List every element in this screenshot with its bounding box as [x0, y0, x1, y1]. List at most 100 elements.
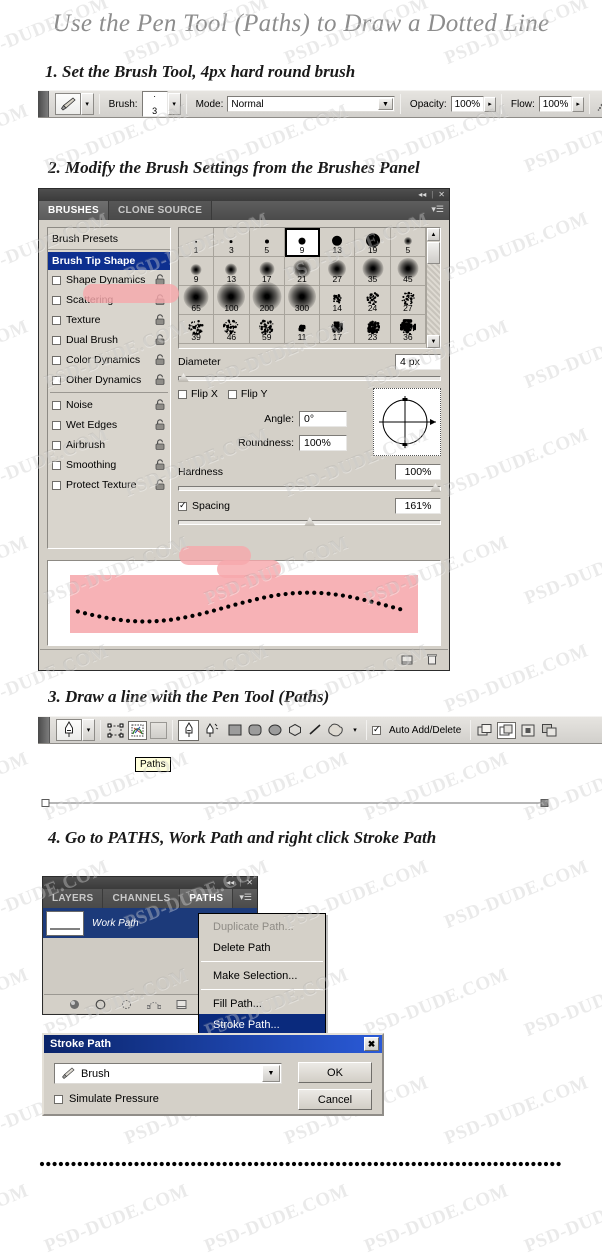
lock-icon[interactable]	[155, 399, 165, 410]
ok-button[interactable]: OK	[298, 1062, 372, 1083]
list-item-scattering[interactable]: Scattering	[48, 290, 170, 310]
collapse-icon[interactable]: ◂◂	[226, 879, 234, 887]
close-icon[interactable]: ✕	[246, 879, 253, 887]
brush-preset-dropdown[interactable]: ▾	[80, 93, 94, 115]
rectangle-icon[interactable]	[227, 723, 243, 737]
blend-mode-select[interactable]: Normal ▼	[227, 96, 395, 112]
list-item-wet-edges[interactable]: Wet Edges	[48, 415, 170, 435]
brush-preview-thumb[interactable]: · 3	[141, 91, 168, 117]
lock-icon[interactable]	[155, 374, 165, 385]
shape-options-dropdown[interactable]: ▾	[349, 723, 361, 738]
spacing-checkbox[interactable]	[178, 500, 187, 511]
brush-preset-cell[interactable]: 27	[320, 257, 356, 286]
freeform-pen-icon[interactable]	[203, 720, 223, 740]
list-item-color-dynamics[interactable]: Color Dynamics	[48, 350, 170, 370]
flow-stepper[interactable]: ▸	[572, 96, 585, 112]
simulate-pressure-checkbox[interactable]	[54, 1094, 63, 1104]
opacity-stepper[interactable]: ▸	[484, 96, 496, 112]
lock-icon[interactable]	[155, 479, 165, 490]
stroke-path-dialog-titlebar[interactable]: Stroke Path ✖	[44, 1035, 382, 1053]
brush-preset-cell[interactable]: 5	[249, 228, 285, 257]
brush-preset-cell[interactable]: 36	[390, 315, 426, 344]
list-item-brush-presets[interactable]: Brush Presets	[48, 228, 170, 250]
list-item-brush-tip-shape[interactable]: Brush Tip Shape	[48, 252, 170, 270]
angle-roundness-control[interactable]	[373, 388, 441, 456]
angle-value[interactable]: 0°	[299, 411, 347, 427]
checkbox[interactable]	[52, 400, 61, 410]
options-bar-gripper[interactable]	[38, 91, 49, 117]
diameter-slider[interactable]	[178, 373, 441, 382]
collapse-icon[interactable]: ◂◂	[418, 191, 426, 199]
brush-preset-cell[interactable]: 9	[284, 228, 321, 257]
lock-icon[interactable]	[155, 334, 165, 345]
lock-icon[interactable]	[155, 439, 165, 450]
brush-preset-grid[interactable]: 1 3 5 9 13 19 5 9 13 17 21 27 35 45 65 100 200 300 14 24 27 3…	[179, 228, 426, 348]
flip-x-checkbox[interactable]	[178, 389, 187, 399]
brush-preset-cell[interactable]: 13	[320, 228, 356, 257]
custom-shape-icon[interactable]	[327, 723, 345, 738]
brush-preset-cell[interactable]: 100	[214, 282, 250, 315]
list-item-shape-dynamics[interactable]: Shape Dynamics	[48, 270, 170, 290]
brush-preset-cell[interactable]: 65	[179, 284, 215, 315]
lock-icon[interactable]	[155, 419, 165, 430]
brush-preset-cell[interactable]: 19	[355, 228, 391, 257]
lock-icon[interactable]	[155, 459, 165, 470]
brush-preset-cell[interactable]: 14	[320, 286, 356, 315]
brush-preset-cell[interactable]: 200	[249, 282, 285, 315]
new-brush-icon[interactable]	[401, 654, 413, 666]
rounded-rect-icon[interactable]	[247, 723, 263, 737]
brush-preset-cell[interactable]: 35	[355, 257, 391, 286]
paths-icon[interactable]	[128, 720, 147, 740]
brush-preset-cell[interactable]: 11	[284, 315, 321, 344]
load-selection-icon[interactable]	[121, 999, 132, 1010]
subtract-from-shape-icon[interactable]	[497, 721, 517, 739]
brushes-panel-titlebar[interactable]: ◂◂ | ✕	[38, 188, 450, 201]
list-item-dual-brush[interactable]: Dual Brush	[48, 330, 170, 350]
brush-grid-scrollbar[interactable]: ▲ ▼	[426, 228, 440, 348]
brush-tool-icon[interactable]	[54, 93, 81, 115]
delete-brush-icon[interactable]	[426, 653, 438, 666]
checkbox[interactable]	[52, 480, 61, 490]
exclude-shape-icon[interactable]	[541, 723, 558, 738]
brush-preset-cell[interactable]: 23	[355, 315, 391, 344]
chevron-down-icon[interactable]: ▼	[262, 1065, 280, 1082]
scrollbar-track[interactable]	[427, 264, 440, 335]
spacing-slider[interactable]	[178, 517, 441, 526]
list-item-protect-texture[interactable]: Protect Texture	[48, 475, 170, 495]
checkbox[interactable]	[52, 420, 61, 430]
scroll-up-icon[interactable]: ▲	[427, 228, 440, 241]
brush-preset-cell[interactable]: 27	[390, 286, 426, 315]
pen-icon[interactable]	[178, 719, 199, 741]
diameter-value[interactable]: 4 px	[395, 354, 441, 370]
brush-preset-cell[interactable]: 59	[249, 315, 285, 344]
fill-pixels-icon[interactable]	[150, 721, 167, 739]
checkbox[interactable]	[52, 275, 61, 285]
spacing-value[interactable]: 161%	[395, 498, 441, 514]
panel-menu-icon[interactable]: ▾☰	[431, 205, 444, 214]
menu-item-stroke-path[interactable]: Stroke Path...	[199, 1014, 325, 1035]
brush-preset-cell[interactable]: 24	[355, 286, 391, 315]
list-item-airbrush[interactable]: Airbrush	[48, 435, 170, 455]
make-workpath-icon[interactable]	[147, 999, 161, 1010]
tab-brushes[interactable]: BRUSHES	[39, 201, 109, 220]
list-item-other-dynamics[interactable]: Other Dynamics	[48, 370, 170, 390]
tab-paths[interactable]: PATHS	[180, 889, 234, 908]
lock-icon[interactable]	[155, 314, 165, 325]
scroll-down-icon[interactable]: ▼	[427, 335, 440, 348]
scrollbar-thumb[interactable]	[427, 242, 440, 264]
polygon-icon[interactable]	[287, 723, 303, 737]
tab-clone-source[interactable]: CLONE SOURCE	[109, 201, 213, 220]
fill-path-icon[interactable]	[69, 999, 80, 1010]
line-icon[interactable]	[307, 723, 323, 737]
menu-item-make-selection[interactable]: Make Selection...	[199, 965, 325, 986]
roundness-value[interactable]: 100%	[299, 435, 347, 451]
brush-preset-cell[interactable]: 5	[390, 228, 426, 257]
pen-tool-dropdown[interactable]: ▾	[82, 719, 95, 741]
brush-preset-cell[interactable]: 9	[179, 257, 215, 286]
brush-preset-cell[interactable]: 17	[320, 315, 356, 344]
pen-tool-icon[interactable]	[56, 719, 82, 741]
brush-size-dropdown[interactable]: ▾	[167, 93, 181, 115]
airbrush-icon[interactable]	[597, 96, 602, 112]
checkbox[interactable]	[52, 460, 61, 470]
checkbox[interactable]	[52, 295, 61, 305]
